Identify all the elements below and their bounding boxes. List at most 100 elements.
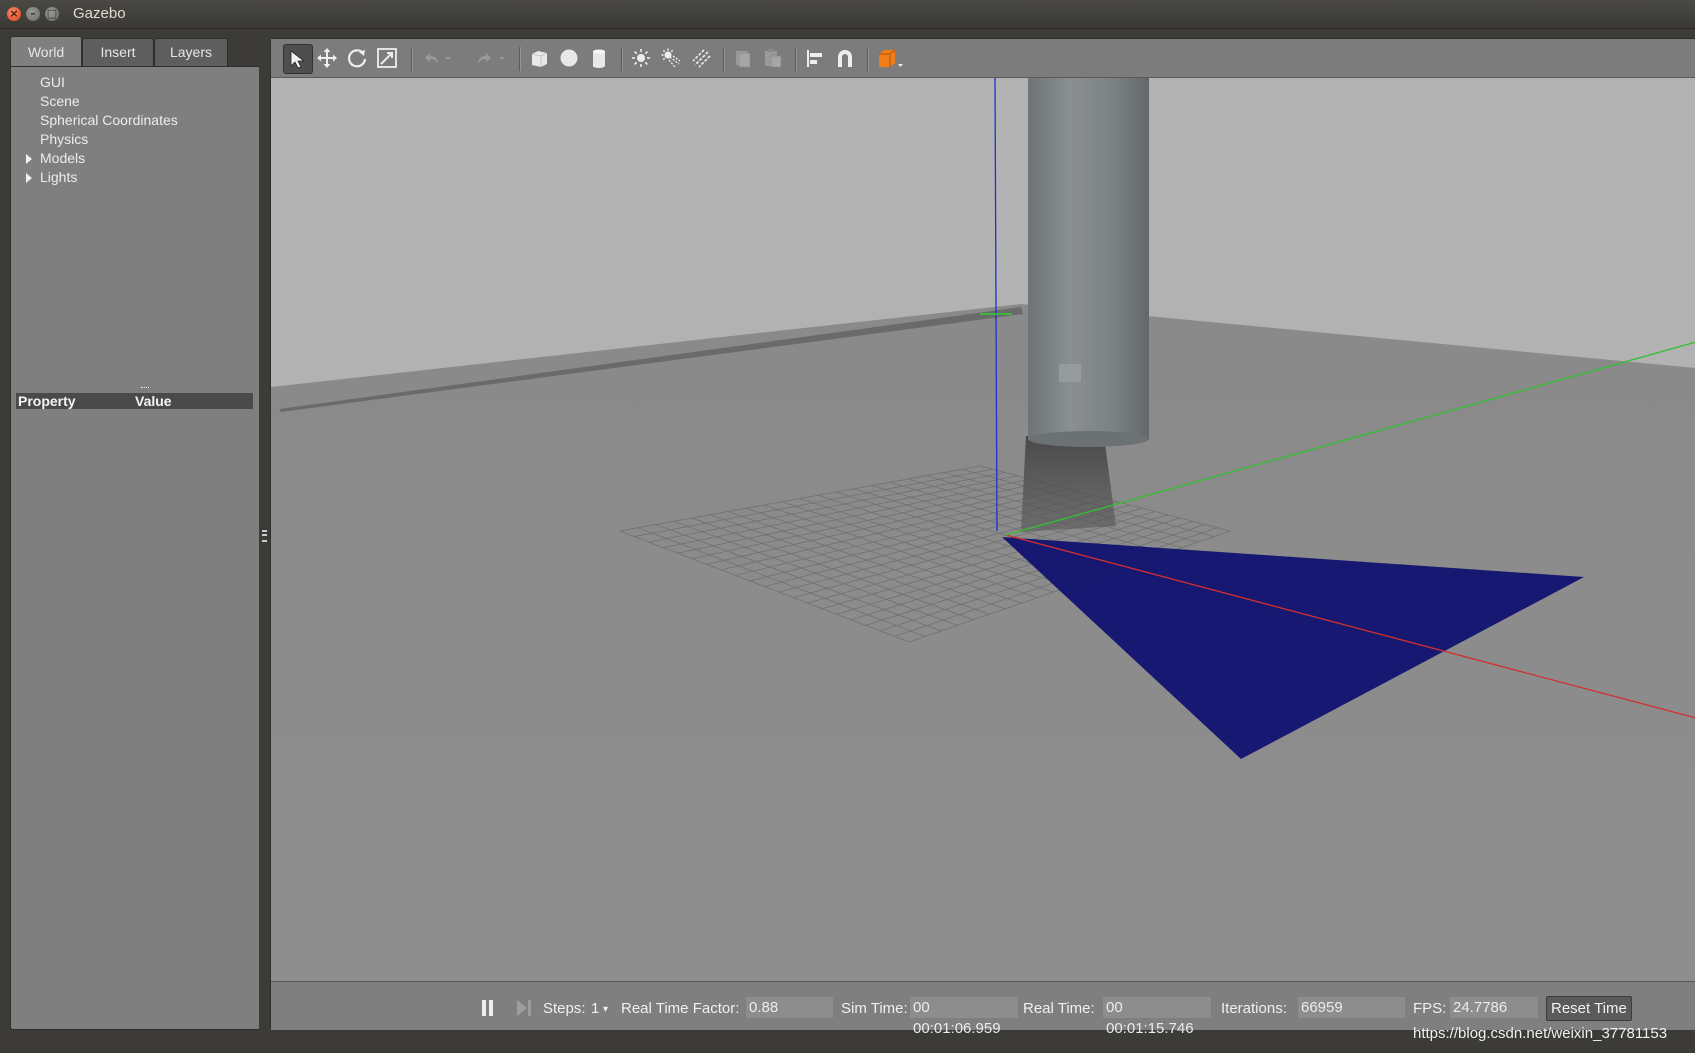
spot-light-icon [661, 48, 681, 68]
view-angle-cube-icon [879, 49, 903, 67]
real-time-field: 00 00:01:15.746 [1103, 997, 1211, 1037]
iterations-label: Iterations: [1221, 1000, 1287, 1017]
snap-magnet-icon [838, 50, 852, 67]
tree-item-label: Lights [40, 169, 78, 185]
toolbar-separator [519, 47, 521, 71]
tree-item-label: Physics [40, 131, 89, 147]
paste-button[interactable] [759, 44, 787, 72]
redo-dropdown-icon [499, 57, 505, 60]
splitter-grip-icon [262, 530, 267, 542]
tree-item-models[interactable]: Models [11, 149, 260, 168]
undo-dropdown-icon [445, 57, 451, 60]
cylinder-shape-button[interactable] [585, 44, 613, 72]
render-toolbar [271, 39, 1695, 78]
property-column-header[interactable]: Property [18, 393, 76, 409]
translate-icon [317, 48, 337, 68]
toolbar-separator [621, 47, 623, 71]
property-table-header: Property Value [16, 393, 253, 409]
steps-dropdown-icon[interactable]: ▾ [603, 1004, 608, 1015]
pause-button[interactable] [481, 1000, 495, 1016]
point-light-icon [632, 49, 650, 67]
paste-icon [765, 49, 782, 68]
directional-light-button[interactable] [687, 44, 715, 72]
tree-item-label: Models [40, 150, 86, 166]
vertical-splitter[interactable] [259, 38, 270, 1028]
align-button[interactable] [801, 44, 829, 72]
sphere-shape-icon [560, 49, 578, 67]
real-time-label: Real Time: [1023, 1000, 1095, 1017]
rotate-icon [347, 49, 367, 68]
step-button[interactable] [517, 1000, 533, 1016]
render-frame: Steps: 1 ▾ Real Time Factor: 0.88 Sim Ti… [270, 38, 1695, 1037]
tree-item-physics[interactable]: Physics [11, 130, 260, 149]
fps-label: FPS: [1413, 1000, 1447, 1017]
close-icon: × [9, 7, 19, 20]
expand-arrow-icon[interactable] [26, 173, 32, 183]
sim-time-label: Sim Time: [841, 1000, 908, 1017]
tab-layers[interactable]: Layers [154, 38, 228, 66]
tab-world[interactable]: World [10, 36, 82, 66]
cylinder-bottom [1028, 431, 1149, 447]
tree-item-label: Spherical Coordinates [40, 112, 178, 128]
box-shape-icon [531, 51, 548, 67]
copy-button[interactable] [729, 44, 757, 72]
select-mode-button[interactable] [283, 44, 313, 74]
window-title: Gazebo [73, 5, 126, 22]
tree-item-lights[interactable]: Lights [11, 168, 260, 187]
expand-arrow-icon[interactable] [26, 154, 32, 164]
cylinder-model[interactable] [1028, 78, 1149, 440]
window-titlebar: × – □ Gazebo [0, 0, 1695, 29]
select-arrow-icon [290, 50, 306, 69]
toolbar-separator [795, 47, 797, 71]
panel-splitter-handle[interactable] [141, 387, 149, 392]
toolbar-separator [723, 47, 725, 71]
redo-icon [478, 53, 491, 64]
value-column-header[interactable]: Value [135, 393, 172, 409]
tree-item-label: GUI [40, 74, 65, 90]
copy-icon [736, 51, 751, 68]
window-close-button[interactable]: × [7, 7, 21, 21]
align-icon [807, 50, 822, 67]
watermark-url: https://blog.csdn.net/weixin_37781153 [1413, 1025, 1668, 1042]
window-maximize-button[interactable]: □ [45, 7, 59, 21]
tree-item-scene[interactable]: Scene [11, 92, 260, 111]
undo-icon [425, 53, 438, 64]
undo-history-button[interactable] [441, 44, 455, 72]
tab-insert[interactable]: Insert [82, 38, 154, 66]
redo-history-button[interactable] [495, 44, 509, 72]
directional-light-icon [692, 49, 711, 68]
window-minimize-button[interactable]: – [26, 7, 40, 21]
snap-button[interactable] [831, 44, 859, 72]
box-shape-button[interactable] [525, 44, 553, 72]
real-time-factor-label: Real Time Factor: [621, 1000, 740, 1017]
maximize-icon: □ [46, 7, 58, 20]
tree-item-spherical-coordinates[interactable]: Spherical Coordinates [11, 111, 260, 130]
world-tree: GUI Scene Spherical Coordinates Physics … [11, 73, 260, 187]
spot-light-button[interactable] [657, 44, 685, 72]
point-light-button[interactable] [627, 44, 655, 72]
toolbar-separator [411, 47, 413, 71]
rotate-mode-button[interactable] [343, 44, 371, 72]
tree-item-gui[interactable]: GUI [11, 73, 260, 92]
world-panel: GUI Scene Spherical Coordinates Physics … [10, 66, 261, 1030]
real-time-factor-field: 0.88 [746, 997, 833, 1018]
iterations-field: 66959 [1298, 997, 1405, 1018]
simulation-control-bar: Steps: 1 ▾ Real Time Factor: 0.88 Sim Ti… [271, 981, 1695, 1037]
toolbar-separator [867, 47, 869, 71]
sphere-shape-button[interactable] [555, 44, 583, 72]
steps-label: Steps: [543, 1000, 586, 1017]
scale-icon [377, 48, 397, 68]
fps-field: 24.7786 [1450, 997, 1538, 1018]
translate-mode-button[interactable] [313, 44, 341, 72]
reset-time-button[interactable]: Reset Time [1546, 996, 1632, 1021]
minimize-icon: – [30, 7, 36, 20]
cylinder-shape-icon [593, 49, 605, 68]
sim-time-field: 00 00:01:06.959 [910, 997, 1018, 1037]
view-angle-button[interactable] [873, 44, 907, 72]
3d-viewport[interactable] [271, 78, 1695, 981]
scale-mode-button[interactable] [373, 44, 401, 72]
ground-plane [271, 304, 1695, 981]
scene-render[interactable] [271, 78, 1695, 981]
steps-value[interactable]: 1 [591, 1000, 599, 1017]
cylinder-label-decal [1059, 364, 1081, 382]
